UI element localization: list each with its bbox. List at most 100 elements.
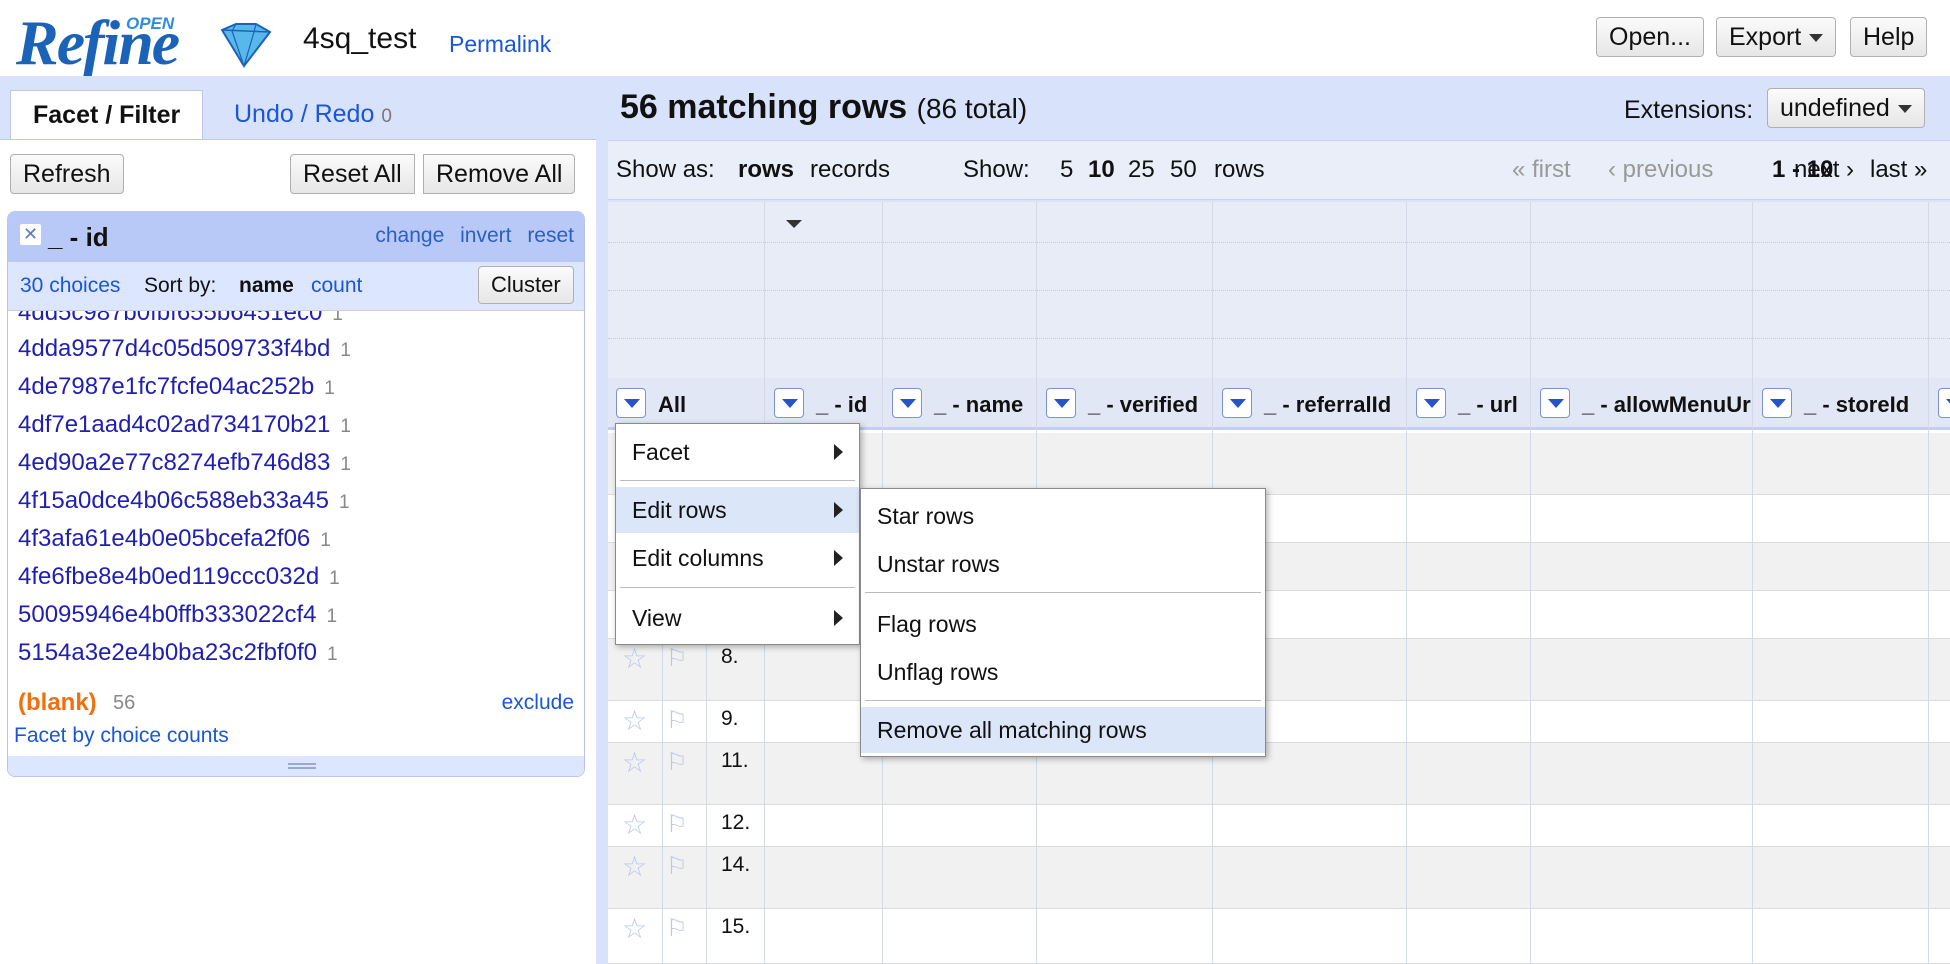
extensions-label: Extensions:	[1624, 96, 1754, 124]
choice-value[interactable]: 50095946e4b0ffb333022cf4	[18, 601, 317, 628]
star-icon[interactable]: ☆	[622, 915, 647, 943]
facet-resize-handle[interactable]	[8, 756, 584, 776]
choice-value[interactable]: 4dd5c987b0fbf655b6451ec0	[18, 311, 322, 326]
column-divider	[1752, 202, 1753, 964]
choice-value[interactable]: 4ed90a2e77c8274efb746d83	[18, 449, 330, 476]
choice-value[interactable]: 4de7987e1fc7fcfe04ac252b	[18, 373, 314, 400]
pager-next[interactable]: next ›	[1794, 156, 1854, 184]
left-panel: Facet / Filter Undo / Redo 0 Refresh Res…	[0, 76, 596, 964]
header-divider	[608, 338, 1950, 339]
flag-icon[interactable]: ⚐	[666, 855, 688, 879]
menu-separator	[865, 592, 1261, 593]
facet-choice[interactable]: 4ed90a2e77c8274efb746d83 1	[18, 449, 351, 477]
menu-item-edit-rows[interactable]: Edit rows	[616, 487, 859, 533]
star-icon[interactable]: ☆	[622, 811, 647, 839]
refresh-label: Refresh	[23, 160, 111, 188]
flag-icon[interactable]: ⚐	[666, 647, 688, 671]
close-icon[interactable]: ✕	[20, 224, 41, 245]
facet-invert-link[interactable]: invert	[460, 224, 511, 247]
facet-id: ✕ _ - id change invert reset 30 choices …	[7, 211, 585, 777]
star-icon[interactable]: ☆	[622, 853, 647, 881]
facet-choice[interactable]: 4fe6fbe8e4b0ed119ccc032d 1	[18, 563, 340, 591]
exclude-link[interactable]: exclude	[502, 691, 574, 715]
sort-by-name[interactable]: name	[239, 274, 294, 298]
sort-by-count[interactable]: count	[311, 274, 362, 298]
blank-count: 56	[113, 692, 136, 714]
open-button[interactable]: Open...	[1596, 17, 1704, 57]
page-size-25[interactable]: 25	[1128, 156, 1155, 184]
all-column-menu-button[interactable]	[616, 388, 646, 418]
flag-icon[interactable]: ⚐	[666, 751, 688, 775]
facet-choice[interactable]: 4f3afa61e4b0e05bcefa2f06 1	[18, 525, 331, 553]
facet-choice[interactable]: 4f15a0dce4b06c588eb33a45 1	[18, 487, 350, 515]
cluster-button[interactable]: Cluster	[478, 266, 574, 304]
app-header: Refine OPEN 4sq_test Permalink Open... E…	[0, 0, 1950, 78]
flag-icon[interactable]: ⚐	[666, 709, 688, 733]
facet-by-choice-counts-link[interactable]: Facet by choice counts	[14, 724, 229, 748]
show-label: Show:	[963, 156, 1030, 183]
facet-change-link[interactable]: change	[375, 224, 444, 247]
menu-item-view[interactable]: View	[616, 595, 859, 641]
extensions-dropdown[interactable]: undefined	[1767, 88, 1925, 128]
choice-value[interactable]: 4dda9577d4c05d509733f4bd	[18, 335, 330, 362]
blank-choice[interactable]: (blank)	[18, 689, 97, 717]
facet-choice[interactable]: 4dd5c987b0fbf655b6451ec0 1	[18, 311, 343, 327]
facet-reset-link[interactable]: reset	[527, 224, 574, 247]
star-icon[interactable]: ☆	[622, 749, 647, 777]
tab-undo-redo[interactable]: Undo / Redo 0	[212, 90, 414, 138]
pager-last[interactable]: last »	[1870, 156, 1927, 184]
refresh-button[interactable]: Refresh	[10, 154, 124, 194]
help-button[interactable]: Help	[1850, 17, 1928, 57]
facet-choice[interactable]: 4dda9577d4c05d509733f4bd 1	[18, 335, 351, 363]
page-size-50[interactable]: 50	[1170, 156, 1197, 184]
flag-icon[interactable]: ⚐	[666, 813, 688, 837]
column-header-referralid: _ - referralId	[1264, 392, 1392, 417]
facet-controls: 30 choices Sort by: name count Cluster	[8, 262, 584, 310]
flag-icon[interactable]: ⚐	[666, 917, 688, 941]
chevron-right-icon	[834, 444, 843, 460]
menu-item-unstar-rows[interactable]: Unstar rows	[861, 541, 1265, 587]
page-size-10[interactable]: 10	[1088, 156, 1115, 184]
column-menu-button[interactable]	[1222, 388, 1252, 418]
show-as-records[interactable]: records	[810, 156, 890, 184]
column-menu-button[interactable]	[1046, 388, 1076, 418]
menu-item-unflag-rows[interactable]: Unflag rows	[861, 649, 1265, 695]
column-header-url: _ - url	[1458, 392, 1518, 417]
column-menu-button[interactable]	[1416, 388, 1446, 418]
facet-choice[interactable]: 50095946e4b0ffb333022cf4 1	[18, 601, 337, 629]
chevron-down-icon[interactable]	[786, 220, 802, 228]
column-menu-button[interactable]	[892, 388, 922, 418]
facet-choices-list[interactable]: 4dd5c987b0fbf655b6451ec0 1 4dda9577d4c05d…	[8, 310, 584, 720]
menu-item-facet[interactable]: Facet	[616, 429, 859, 475]
export-button[interactable]: Export	[1716, 17, 1837, 57]
column-menu-button[interactable]	[774, 388, 804, 418]
column-menu-button[interactable]	[1938, 388, 1950, 418]
menu-item-flag-rows[interactable]: Flag rows	[861, 601, 1265, 647]
choice-value[interactable]: 4df7e1aad4c02ad734170b21	[18, 411, 330, 438]
facet-choice[interactable]: 4de7987e1fc7fcfe04ac252b 1	[18, 373, 335, 401]
menu-item-remove-all-matching-rows[interactable]: Remove all matching rows	[861, 707, 1265, 753]
facet-choice[interactable]: 5154a3e2e4b0ba23c2fbf0f0 1	[18, 639, 338, 667]
choices-count-link[interactable]: 30 choices	[20, 274, 120, 298]
choice-value[interactable]: 4f15a0dce4b06c588eb33a45	[18, 487, 329, 514]
choice-value[interactable]: 5154a3e2e4b0ba23c2fbf0f0	[18, 639, 317, 666]
project-name[interactable]: 4sq_test	[303, 22, 416, 56]
choice-count: 1	[340, 454, 351, 475]
menu-item-edit-columns[interactable]: Edit columns	[616, 535, 859, 581]
column-menu-button[interactable]	[1762, 388, 1792, 418]
reset-all-button[interactable]: Reset All	[290, 154, 415, 194]
permalink-link[interactable]: Permalink	[449, 31, 551, 58]
menu-item-star-rows[interactable]: Star rows	[861, 493, 1265, 539]
star-icon[interactable]: ☆	[622, 645, 647, 673]
show-as-rows[interactable]: rows	[738, 156, 794, 184]
star-icon[interactable]: ☆	[622, 707, 647, 735]
column-menu-button[interactable]	[1540, 388, 1570, 418]
page-size-5[interactable]: 5	[1060, 156, 1073, 184]
tab-facet-filter[interactable]: Facet / Filter	[10, 90, 204, 140]
choice-value[interactable]: 4f3afa61e4b0e05bcefa2f06	[18, 525, 310, 552]
facet-choice[interactable]: 4df7e1aad4c02ad734170b21 1	[18, 411, 351, 439]
choice-value[interactable]: 4fe6fbe8e4b0ed119ccc032d	[18, 563, 319, 590]
remove-all-button[interactable]: Remove All	[423, 154, 576, 194]
row-number: 8.	[721, 645, 739, 668]
matching-rows-summary: 56 matching rows (86 total)	[620, 88, 1027, 127]
